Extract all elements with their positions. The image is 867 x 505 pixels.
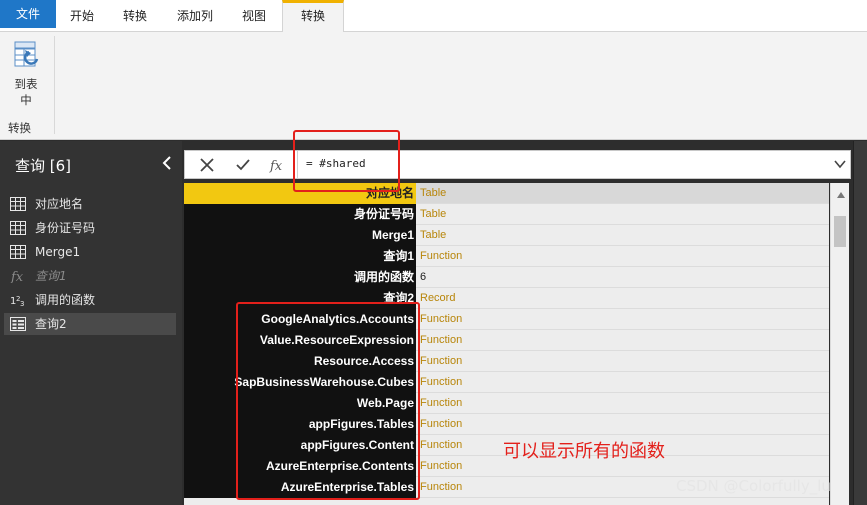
scrollbar-thumb[interactable] [834, 216, 846, 247]
table-icon [10, 245, 26, 259]
table-row[interactable]: 身份证号码 Table [184, 204, 829, 225]
fx-icon: fx [269, 159, 283, 174]
svg-text:3: 3 [20, 300, 24, 307]
field-value[interactable]: Function [420, 477, 462, 498]
formula-highlight-box [293, 130, 400, 192]
to-table-button[interactable]: 到表 中 [6, 40, 46, 110]
field-value[interactable]: Table [420, 225, 446, 246]
tab-home[interactable]: 开始 [58, 0, 106, 32]
table-row[interactable]: 查询1 Function [184, 246, 829, 267]
queries-pane: 查询 [6] 对应地名 身份证号码 Merge1 fx 查询1 1 2 3 调用… [0, 141, 182, 505]
cancel-formula-button[interactable] [189, 151, 225, 178]
query-item-label: 对应地名 [35, 197, 84, 211]
tab-add-column[interactable]: 添加列 [164, 0, 226, 32]
query-item-cha-xun1[interactable]: fx 查询1 [4, 265, 176, 287]
query-settings-collapsed-strip [853, 141, 867, 505]
ribbon-group-divider [54, 36, 55, 134]
tab-transform[interactable]: 转换 [110, 0, 160, 32]
table-icon [10, 197, 26, 211]
query-item-label: 身份证号码 [35, 221, 96, 235]
table-row[interactable]: 调用的函数 6 [184, 267, 829, 288]
queries-pane-title: 查询 [6] [15, 157, 72, 175]
number-icon: 1 2 3 [10, 295, 24, 307]
svg-text:fx: fx [10, 270, 24, 283]
query-item-label: 调用的函数 [35, 293, 96, 307]
field-value[interactable]: Function [420, 330, 462, 351]
query-item-label: 查询1 [35, 269, 67, 283]
function-icon: fx [10, 270, 24, 283]
field-value[interactable]: Function [420, 246, 462, 267]
field-value[interactable]: Record [420, 288, 455, 309]
ribbon-body: 到表 中 转换 [0, 32, 867, 140]
functions-highlight-box [236, 302, 420, 500]
field-value[interactable]: Function [420, 351, 462, 372]
field-value: 6 [420, 271, 427, 283]
field-value[interactable]: Table [420, 183, 446, 204]
field-value[interactable]: Function [420, 456, 462, 477]
query-item-label: 查询2 [35, 317, 67, 331]
query-item-shen-fen-zheng[interactable]: 身份证号码 [4, 217, 176, 239]
query-item-label: Merge1 [35, 245, 81, 259]
chevron-down-icon[interactable] [834, 158, 846, 170]
table-icon [10, 221, 26, 235]
field-value[interactable]: Function [420, 309, 462, 330]
field-value[interactable]: Function [420, 393, 462, 414]
scroll-up-arrow-icon[interactable] [836, 191, 846, 199]
tab-convert-active[interactable]: 转换 [282, 0, 344, 33]
formula-bar: fx = #shared [184, 150, 851, 179]
query-item-dui-ying-di-ming[interactable]: 对应地名 [4, 193, 176, 215]
annotation-text: 可以显示所有的函数 [503, 441, 665, 462]
query-item-merge1[interactable]: Merge1 [4, 241, 176, 263]
insert-function-button[interactable]: fx [259, 151, 295, 178]
field-name: Merge1 [184, 225, 416, 246]
close-icon [200, 158, 214, 172]
table-row[interactable]: 对应地名 Table [184, 183, 829, 204]
vertical-scrollbar[interactable] [830, 183, 849, 505]
table-row[interactable]: Merge1 Table [184, 225, 829, 246]
commit-formula-button[interactable] [225, 151, 261, 178]
check-icon [236, 159, 250, 171]
query-item-cha-xun2[interactable]: 查询2 [4, 313, 176, 335]
tab-view[interactable]: 视图 [230, 0, 278, 32]
field-value[interactable]: Function [420, 414, 462, 435]
queries-pane-header: 查询 [6] [0, 141, 182, 185]
watermark: CSDN @Colorfully_lu [676, 477, 831, 495]
chevron-left-icon[interactable] [161, 156, 173, 170]
to-table-icon [14, 41, 39, 67]
to-table-label-line2: 中 [20, 93, 32, 107]
field-value[interactable]: Function [420, 372, 462, 393]
field-name: 身份证号码 [184, 204, 416, 225]
ribbon-group-label: 转换 [8, 121, 31, 135]
record-icon [10, 317, 26, 331]
field-value[interactable]: Table [420, 204, 446, 225]
svg-text:fx: fx [269, 159, 283, 174]
field-name: 查询1 [184, 246, 416, 267]
ribbon-tabbar: 文件 开始 转换 添加列 视图 转换 [0, 0, 867, 33]
power-query-editor: 文件 开始 转换 添加列 视图 转换 到表 中 转换 查询 [6] 对应地名 身… [0, 0, 867, 505]
to-table-label-line1: 到表 [14, 77, 38, 91]
query-item-diao-yong-de-han-shu[interactable]: 1 2 3 调用的函数 [4, 289, 176, 311]
field-name: 调用的函数 [184, 267, 416, 288]
tab-file[interactable]: 文件 [0, 0, 56, 28]
field-value[interactable]: Function [420, 435, 462, 456]
